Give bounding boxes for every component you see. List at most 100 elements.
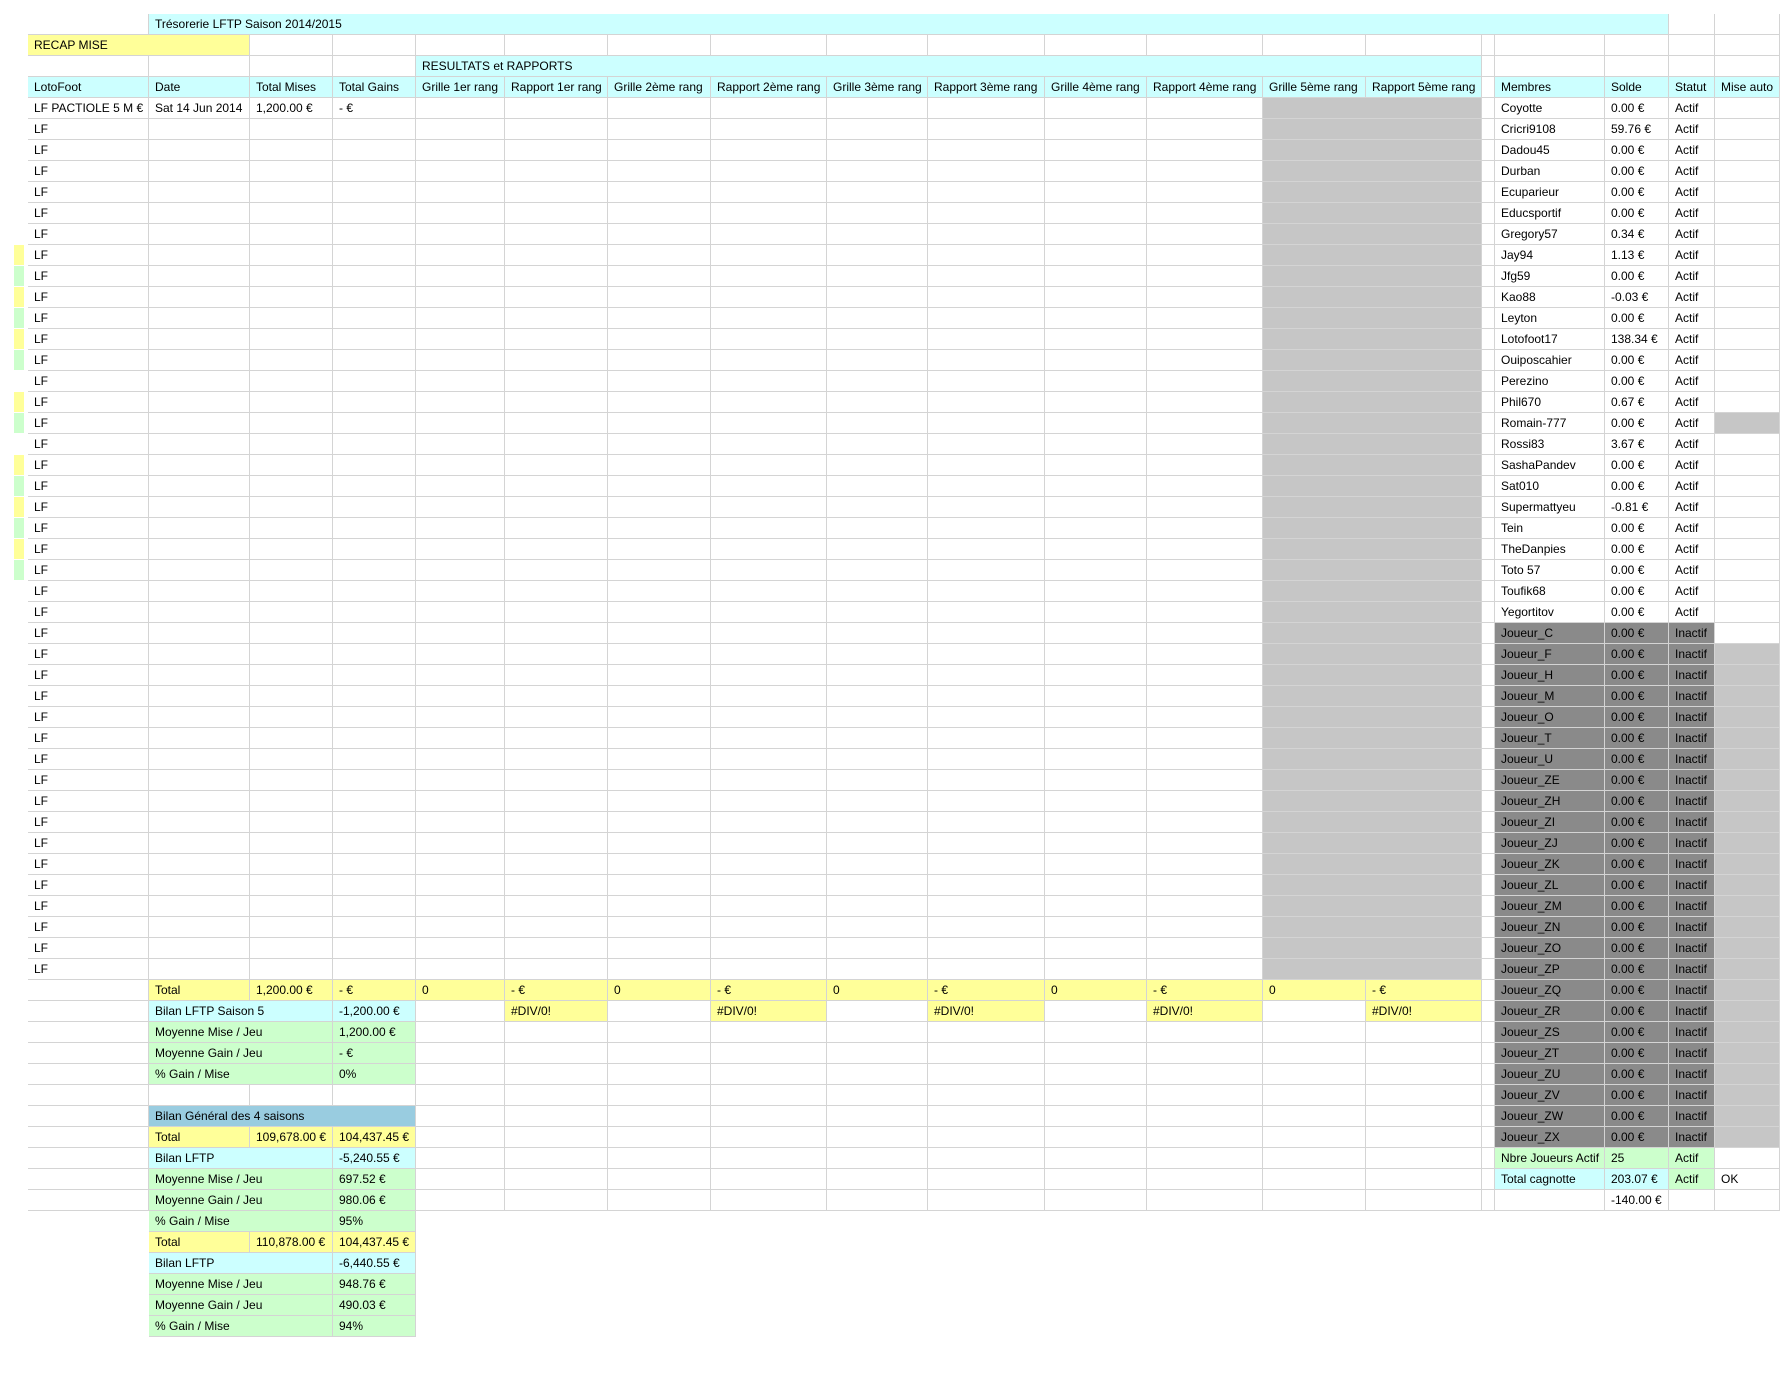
member-name[interactable]: Educsportif [1495, 203, 1605, 224]
grid-cell[interactable] [333, 1085, 416, 1106]
member-solde[interactable]: 0.00 € [1605, 1022, 1669, 1043]
grille5-shaded-cell[interactable] [1263, 602, 1482, 623]
general2-stat-label[interactable]: Moyenne Gain / Jeu [149, 1295, 333, 1316]
grid-cell[interactable] [416, 308, 505, 329]
grid-cell[interactable] [250, 182, 333, 203]
member-statut[interactable]: Actif [1669, 560, 1715, 581]
grid-cell[interactable] [333, 497, 416, 518]
totals-cell[interactable]: - € [1147, 980, 1263, 1001]
grid-cell[interactable] [149, 308, 250, 329]
grid-cell[interactable] [333, 203, 416, 224]
grid-cell[interactable] [333, 476, 416, 497]
grid-cell[interactable] [1045, 581, 1147, 602]
grid-cell[interactable] [149, 161, 250, 182]
grid-cell[interactable] [1147, 875, 1263, 896]
member-mise-auto[interactable] [1715, 497, 1780, 518]
member-mise-auto[interactable] [1715, 476, 1780, 497]
member-solde[interactable]: 0.00 € [1605, 1127, 1669, 1148]
grid-cell[interactable] [416, 161, 505, 182]
general2-stat-label[interactable]: % Gain / Mise [149, 1316, 333, 1337]
grid-cell[interactable] [333, 224, 416, 245]
grid-cell[interactable] [333, 707, 416, 728]
member-mise-auto[interactable] [1715, 707, 1780, 728]
grid-cell[interactable] [1263, 1043, 1366, 1064]
grid-cell[interactable] [827, 1190, 928, 1211]
grid-cell[interactable] [250, 728, 333, 749]
grid-cell[interactable] [711, 392, 827, 413]
extra-value[interactable]: -140.00 € [1605, 1190, 1669, 1211]
grid-cell[interactable] [1045, 959, 1147, 980]
grid-cell[interactable] [1045, 140, 1147, 161]
member-name[interactable]: Kao88 [1495, 287, 1605, 308]
grid-cell[interactable] [505, 665, 608, 686]
lotofoot-cell[interactable]: LF [28, 371, 149, 392]
member-solde[interactable]: 0.00 € [1605, 644, 1669, 665]
grid-cell[interactable] [711, 686, 827, 707]
grid-cell[interactable] [928, 224, 1045, 245]
grid-cell[interactable] [928, 392, 1045, 413]
grid-cell[interactable] [1147, 539, 1263, 560]
grid-cell[interactable] [1147, 581, 1263, 602]
column-header[interactable]: Rapport 2ème rang [711, 77, 827, 98]
grid-cell[interactable] [1147, 1169, 1263, 1190]
grid-cell[interactable] [928, 623, 1045, 644]
member-name[interactable]: Jfg59 [1495, 266, 1605, 287]
grid-cell[interactable] [1482, 938, 1495, 959]
grid-cell[interactable] [505, 602, 608, 623]
lotofoot-cell[interactable]: LF [28, 854, 149, 875]
grid-cell[interactable] [711, 329, 827, 350]
totals-cell[interactable]: 0 [608, 980, 711, 1001]
member-name[interactable]: Joueur_ZW [1495, 1106, 1605, 1127]
grid-cell[interactable] [608, 119, 711, 140]
grid-cell[interactable] [608, 1064, 711, 1085]
grid-cell[interactable] [416, 728, 505, 749]
grid-cell[interactable] [149, 413, 250, 434]
member-mise-auto[interactable] [1715, 98, 1780, 119]
grid-cell[interactable] [416, 1127, 505, 1148]
member-name[interactable]: SashaPandev [1495, 455, 1605, 476]
grid-cell[interactable] [505, 266, 608, 287]
grid-cell[interactable] [827, 1001, 928, 1022]
grid-cell[interactable] [1045, 1148, 1147, 1169]
grid-cell[interactable] [827, 98, 928, 119]
grid-cell[interactable] [28, 1190, 149, 1211]
grid-cell[interactable] [250, 812, 333, 833]
grid-cell[interactable] [827, 455, 928, 476]
grid-cell[interactable] [1482, 1190, 1495, 1211]
grid-cell[interactable] [149, 434, 250, 455]
member-name[interactable]: Romain-777 [1495, 413, 1605, 434]
grid-cell[interactable] [1366, 1169, 1482, 1190]
lotofoot-cell[interactable]: LF [28, 749, 149, 770]
sheet-title[interactable]: Trésorerie LFTP Saison 2014/2015 [149, 14, 1669, 35]
grid-cell[interactable] [1482, 1085, 1495, 1106]
member-mise-auto[interactable] [1715, 1106, 1780, 1127]
grille5-shaded-cell[interactable] [1263, 203, 1482, 224]
grid-cell[interactable] [1045, 329, 1147, 350]
div-error-cell[interactable]: #DIV/0! [505, 1001, 608, 1022]
member-solde[interactable]: 0.00 € [1605, 161, 1669, 182]
grid-cell[interactable] [827, 812, 928, 833]
grid-cell[interactable] [608, 1190, 711, 1211]
grid-cell[interactable] [333, 350, 416, 371]
grille5-shaded-cell[interactable] [1263, 917, 1482, 938]
grid-cell[interactable] [1045, 287, 1147, 308]
grid-cell[interactable] [1263, 1022, 1366, 1043]
grid-cell[interactable] [1147, 1127, 1263, 1148]
grid-cell[interactable] [333, 812, 416, 833]
member-mise-auto[interactable] [1715, 1022, 1780, 1043]
grille5-shaded-cell[interactable] [1263, 413, 1482, 434]
grid-cell[interactable] [505, 350, 608, 371]
grid-cell[interactable] [928, 98, 1045, 119]
grid-cell[interactable] [416, 1085, 505, 1106]
grid-cell[interactable] [1263, 1148, 1366, 1169]
column-header[interactable]: LotoFoot [28, 77, 149, 98]
grid-cell[interactable] [827, 1148, 928, 1169]
member-mise-auto[interactable] [1715, 1043, 1780, 1064]
member-name[interactable]: Phil670 [1495, 392, 1605, 413]
grid-cell[interactable] [250, 35, 333, 56]
grid-cell[interactable] [1045, 1043, 1147, 1064]
member-statut[interactable]: Actif [1669, 539, 1715, 560]
member-statut[interactable]: Actif [1669, 476, 1715, 497]
lotofoot-cell[interactable]: LF [28, 161, 149, 182]
grid-cell[interactable] [505, 644, 608, 665]
